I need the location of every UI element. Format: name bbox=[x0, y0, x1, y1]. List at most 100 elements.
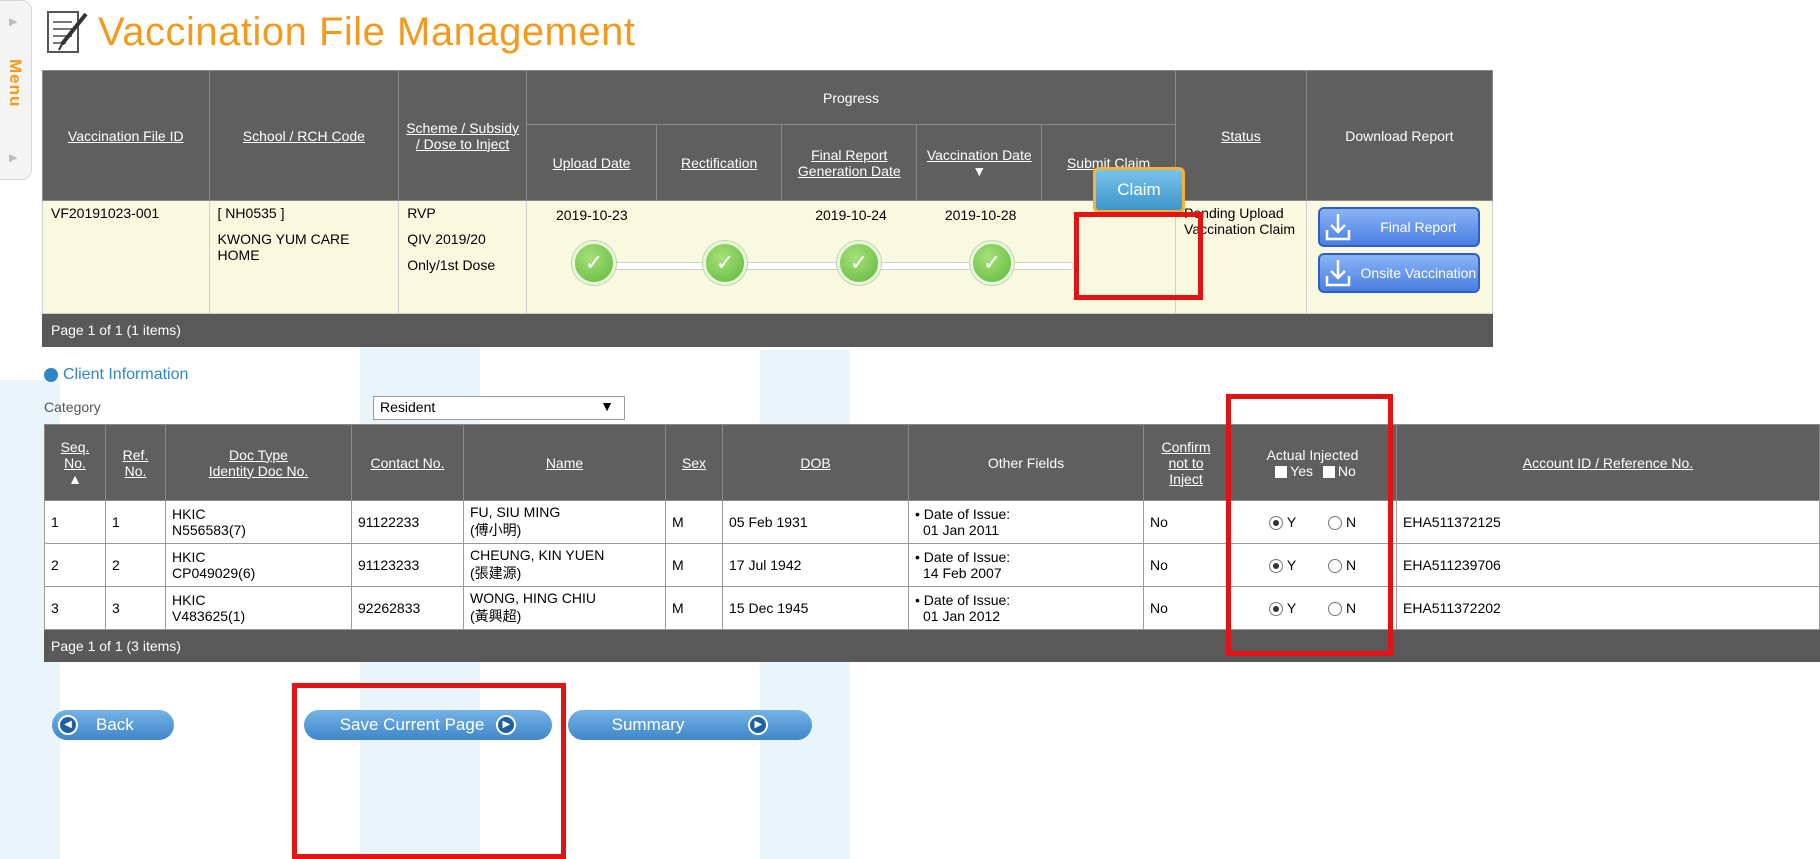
account-cell: EHA511239706 bbox=[1396, 543, 1820, 587]
document-edit-icon bbox=[47, 11, 88, 53]
status-cell: Pending Upload Vaccination Claim bbox=[1175, 200, 1307, 314]
radio-yes[interactable]: Y bbox=[1268, 557, 1296, 574]
arrow-left-icon: ◀ bbox=[58, 715, 78, 735]
dob-cell: 05 Feb 1931 bbox=[722, 500, 909, 544]
dob-cell: 17 Jul 1942 bbox=[722, 543, 909, 587]
upload-date-value: 2019-10-23 bbox=[556, 207, 628, 223]
save-current-page-button[interactable]: Save Current Page ▶ bbox=[304, 710, 552, 740]
expand-arrow-icon[interactable]: ▶ bbox=[9, 15, 17, 28]
name-cell: CHEUNG, KIN YUEN (張建源) bbox=[463, 543, 666, 587]
col-header-vaccination-date[interactable]: Vaccination Date ▼ bbox=[916, 124, 1043, 201]
confirm-cell: No bbox=[1143, 543, 1229, 587]
menu-label: Menu bbox=[6, 59, 25, 108]
col-header-name[interactable]: Name bbox=[463, 424, 666, 501]
summary-button[interactable]: Summary ▶ bbox=[568, 710, 812, 740]
file-id-cell: VF20191023-001 bbox=[42, 200, 210, 314]
category-value: Resident bbox=[380, 399, 436, 415]
account-cell: EHA511372125 bbox=[1396, 500, 1820, 544]
col-header-upload-date[interactable]: Upload Date bbox=[526, 124, 658, 201]
dose-value: Only/1st Dose bbox=[407, 257, 496, 273]
chevron-down-icon: ▼ bbox=[600, 398, 614, 414]
col-header-file-id[interactable]: Vaccination File ID bbox=[42, 70, 210, 201]
radio-no[interactable]: N bbox=[1328, 514, 1356, 531]
sex-cell: M bbox=[665, 500, 723, 544]
doc-cell: HKIC N556583(7) bbox=[165, 500, 352, 544]
dob-cell: 15 Dec 1945 bbox=[722, 586, 909, 630]
other-fields-cell: • Date of Issue: 01 Jan 2011 bbox=[908, 500, 1144, 544]
actual-injected-cell: Y N bbox=[1228, 500, 1397, 544]
download-icon bbox=[1326, 214, 1351, 241]
back-button[interactable]: ◀ Back bbox=[52, 710, 174, 740]
actual-injected-cell: Y N bbox=[1228, 586, 1397, 630]
radio-yes[interactable]: Y bbox=[1268, 514, 1296, 531]
claim-button[interactable]: Claim bbox=[1093, 167, 1185, 213]
table-row: 1 1 HKIC N556583(7) 91122233 FU, SIU MING… bbox=[44, 500, 1820, 544]
scheme-value: RVP bbox=[407, 205, 436, 221]
table-row: VF20191023-001 [ NH0535 ] KWONG YUM CARE… bbox=[42, 200, 1494, 314]
col-header-doc[interactable]: Doc Type Identity Doc No. bbox=[165, 424, 352, 501]
col-header-progress: Progress bbox=[526, 70, 1177, 125]
col-header-confirm[interactable]: Confirm not to Inject bbox=[1143, 424, 1229, 501]
col-header-sex[interactable]: Sex bbox=[665, 424, 723, 501]
final-report-date-value: 2019-10-24 bbox=[815, 207, 887, 223]
sort-desc-icon: ▼ bbox=[972, 162, 987, 179]
subsidy-value: QIV 2019/20 bbox=[407, 231, 486, 247]
onsite-vaccination-button[interactable]: Onsite Vaccination bbox=[1318, 253, 1481, 293]
col-header-ref-no[interactable]: Ref. No. bbox=[105, 424, 166, 501]
table-footer: Page 1 of 1 (3 items) bbox=[44, 629, 1820, 662]
side-menu-tab[interactable]: ▶ Menu ▶ bbox=[0, 0, 32, 180]
confirm-cell: No bbox=[1143, 500, 1229, 544]
arrow-right-icon: ▶ bbox=[748, 715, 769, 735]
page-header: Vaccination File Management bbox=[44, 2, 635, 62]
contact-cell: 92262833 bbox=[351, 586, 464, 630]
sex-cell: M bbox=[665, 586, 723, 630]
arrow-right-icon: ▶ bbox=[496, 715, 517, 735]
ref-cell: 2 bbox=[105, 543, 166, 587]
final-report-button[interactable]: Final Report bbox=[1318, 207, 1481, 247]
download-icon bbox=[1326, 260, 1351, 287]
name-cell: WONG, HING CHIU (黃興超) bbox=[463, 586, 666, 630]
bullet-icon bbox=[44, 368, 58, 382]
page-title: Vaccination File Management bbox=[98, 9, 636, 54]
col-header-final-report-date[interactable]: Final Report Generation Date bbox=[781, 124, 918, 201]
col-header-actual-injected: Actual Injected Yes No bbox=[1228, 424, 1397, 501]
school-code: [ NH0535 ] bbox=[217, 205, 285, 221]
col-header-seq-no[interactable]: Seq. No. ▲ bbox=[44, 424, 106, 501]
col-header-other-fields: Other Fields bbox=[908, 424, 1144, 501]
select-all-yes-checkbox[interactable] bbox=[1275, 465, 1288, 478]
check-circle-icon: ✓ bbox=[837, 241, 882, 285]
radio-yes[interactable]: Y bbox=[1268, 600, 1296, 617]
radio-no[interactable]: N bbox=[1328, 600, 1356, 617]
scheme-cell: RVP QIV 2019/20 Only/1st Dose bbox=[398, 200, 528, 314]
pagination-text: Page 1 of 1 (3 items) bbox=[44, 629, 1820, 662]
doc-cell: HKIC CP049029(6) bbox=[165, 543, 352, 587]
actual-injected-cell: Y N bbox=[1228, 543, 1397, 587]
col-header-school-code[interactable]: School / RCH Code bbox=[208, 70, 400, 201]
sort-asc-icon: ▲ bbox=[68, 470, 82, 487]
category-select[interactable]: Resident ▼ bbox=[373, 396, 625, 420]
col-header-account[interactable]: Account ID / Reference No. bbox=[1396, 424, 1820, 501]
vaccination-date-value: 2019-10-28 bbox=[944, 207, 1017, 223]
seq-cell: 3 bbox=[44, 586, 106, 630]
radio-no[interactable]: N bbox=[1328, 557, 1356, 574]
table-footer: Page 1 of 1 (1 items) bbox=[42, 313, 1493, 347]
vaccination-file-table: Vaccination File ID School / RCH Code Sc… bbox=[42, 70, 1494, 347]
download-cell: Final Report Onsite Vaccination bbox=[1305, 200, 1494, 314]
col-header-contact[interactable]: Contact No. bbox=[351, 424, 464, 501]
col-header-status[interactable]: Status bbox=[1175, 70, 1307, 201]
col-header-scheme[interactable]: Scheme / Subsidy / Dose to Inject bbox=[398, 70, 528, 201]
col-header-dob[interactable]: DOB bbox=[722, 424, 909, 501]
category-label: Category bbox=[44, 399, 101, 415]
contact-cell: 91122233 bbox=[351, 500, 464, 544]
expand-arrow-icon[interactable]: ▶ bbox=[9, 151, 17, 164]
other-fields-cell: • Date of Issue: 14 Feb 2007 bbox=[908, 543, 1144, 587]
client-table: Seq. No. ▲ Ref. No. Doc Type Identity Doc … bbox=[44, 424, 1820, 662]
select-all-no-checkbox[interactable] bbox=[1322, 465, 1335, 478]
other-fields-cell: • Date of Issue: 01 Jan 2012 bbox=[908, 586, 1144, 630]
check-circle-icon: ✓ bbox=[703, 241, 748, 285]
check-circle-icon: ✓ bbox=[572, 241, 617, 285]
school-name: KWONG YUM CARE HOME bbox=[217, 231, 350, 263]
col-header-rectification[interactable]: Rectification bbox=[656, 124, 783, 201]
pagination-text: Page 1 of 1 (1 items) bbox=[42, 313, 1493, 347]
section-title: Client Information bbox=[44, 366, 188, 384]
